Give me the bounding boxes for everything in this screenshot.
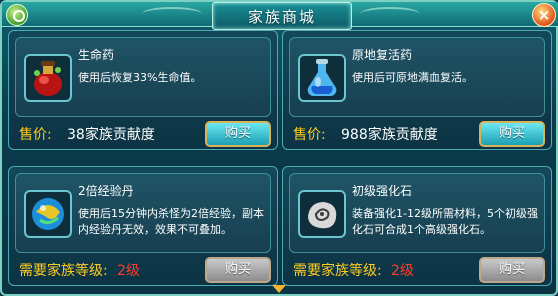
item-card: 初级强化石 装备强化1-12级所需材料，5个初级强化石可合成1个高级强化石。 需… — [282, 166, 552, 286]
exp-orb-icon — [24, 190, 72, 238]
price-label: 售价: — [293, 127, 326, 143]
blue-potion-icon — [298, 54, 346, 102]
shop-window: 家族商城 × 生命药 使用后恢复33%生命值。 售价: 38家族贡献度 购买 原… — [0, 0, 558, 296]
title-plate: 家族商城 — [212, 2, 352, 30]
item-name: 2倍经验丹 — [78, 184, 134, 198]
item-info-panel: 生命药 使用后恢复33%生命值。 — [15, 37, 271, 117]
price-value: 988家族贡献度 — [341, 127, 438, 143]
item-info-panel: 初级强化石 装备强化1-12级所需材料，5个初级强化石可合成1个高级强化石。 — [289, 173, 545, 253]
item-description: 使用后15分钟内杀怪为2倍经验，副本内经验丹无效，效果不可叠加。 — [78, 207, 264, 236]
item-card: 2倍经验丹 使用后15分钟内杀怪为2倍经验，副本内经验丹无效，效果不可叠加。 需… — [8, 166, 278, 286]
requirement-label: 需要家族等级: — [19, 263, 108, 279]
buy-button[interactable]: 购买 — [205, 121, 271, 147]
requirement-value: 2级 — [391, 263, 414, 279]
requirement-value: 2级 — [117, 263, 140, 279]
buy-button[interactable]: 购买 — [479, 257, 545, 283]
buy-button[interactable]: 购买 — [205, 257, 271, 283]
item-info-panel: 2倍经验丹 使用后15分钟内杀怪为2倍经验，副本内经验丹无效，效果不可叠加。 — [15, 173, 271, 253]
close-icon[interactable]: × — [532, 3, 556, 27]
item-card: 原地复活药 使用后可原地满血复活。 售价: 988家族贡献度 购买 — [282, 30, 552, 150]
item-name: 原地复活药 — [352, 48, 413, 62]
item-name: 生命药 — [78, 48, 115, 62]
price-value: 38家族贡献度 — [67, 127, 155, 143]
title-ornament-right — [360, 7, 420, 21]
item-description: 使用后可原地满血复活。 — [352, 71, 473, 84]
item-description: 使用后恢复33%生命值。 — [78, 71, 202, 84]
stone-icon — [298, 190, 346, 238]
menu-icon[interactable] — [6, 4, 28, 26]
item-card: 生命药 使用后恢复33%生命值。 售价: 38家族贡献度 购买 — [8, 30, 278, 150]
item-name: 初级强化石 — [352, 184, 413, 198]
buy-button[interactable]: 购买 — [479, 121, 545, 147]
scroll-down-icon[interactable] — [272, 285, 286, 293]
title-ornament-left — [142, 7, 202, 21]
price-label: 售价: — [19, 127, 52, 143]
item-description: 装备强化1-12级所需材料，5个初级强化石可合成1个高级强化石。 — [352, 207, 538, 236]
red-potion-icon — [24, 54, 72, 102]
title-bar: 家族商城 × — [2, 2, 558, 30]
window-title: 家族商城 — [247, 8, 316, 26]
item-info-panel: 原地复活药 使用后可原地满血复活。 — [289, 37, 545, 117]
requirement-label: 需要家族等级: — [293, 263, 382, 279]
